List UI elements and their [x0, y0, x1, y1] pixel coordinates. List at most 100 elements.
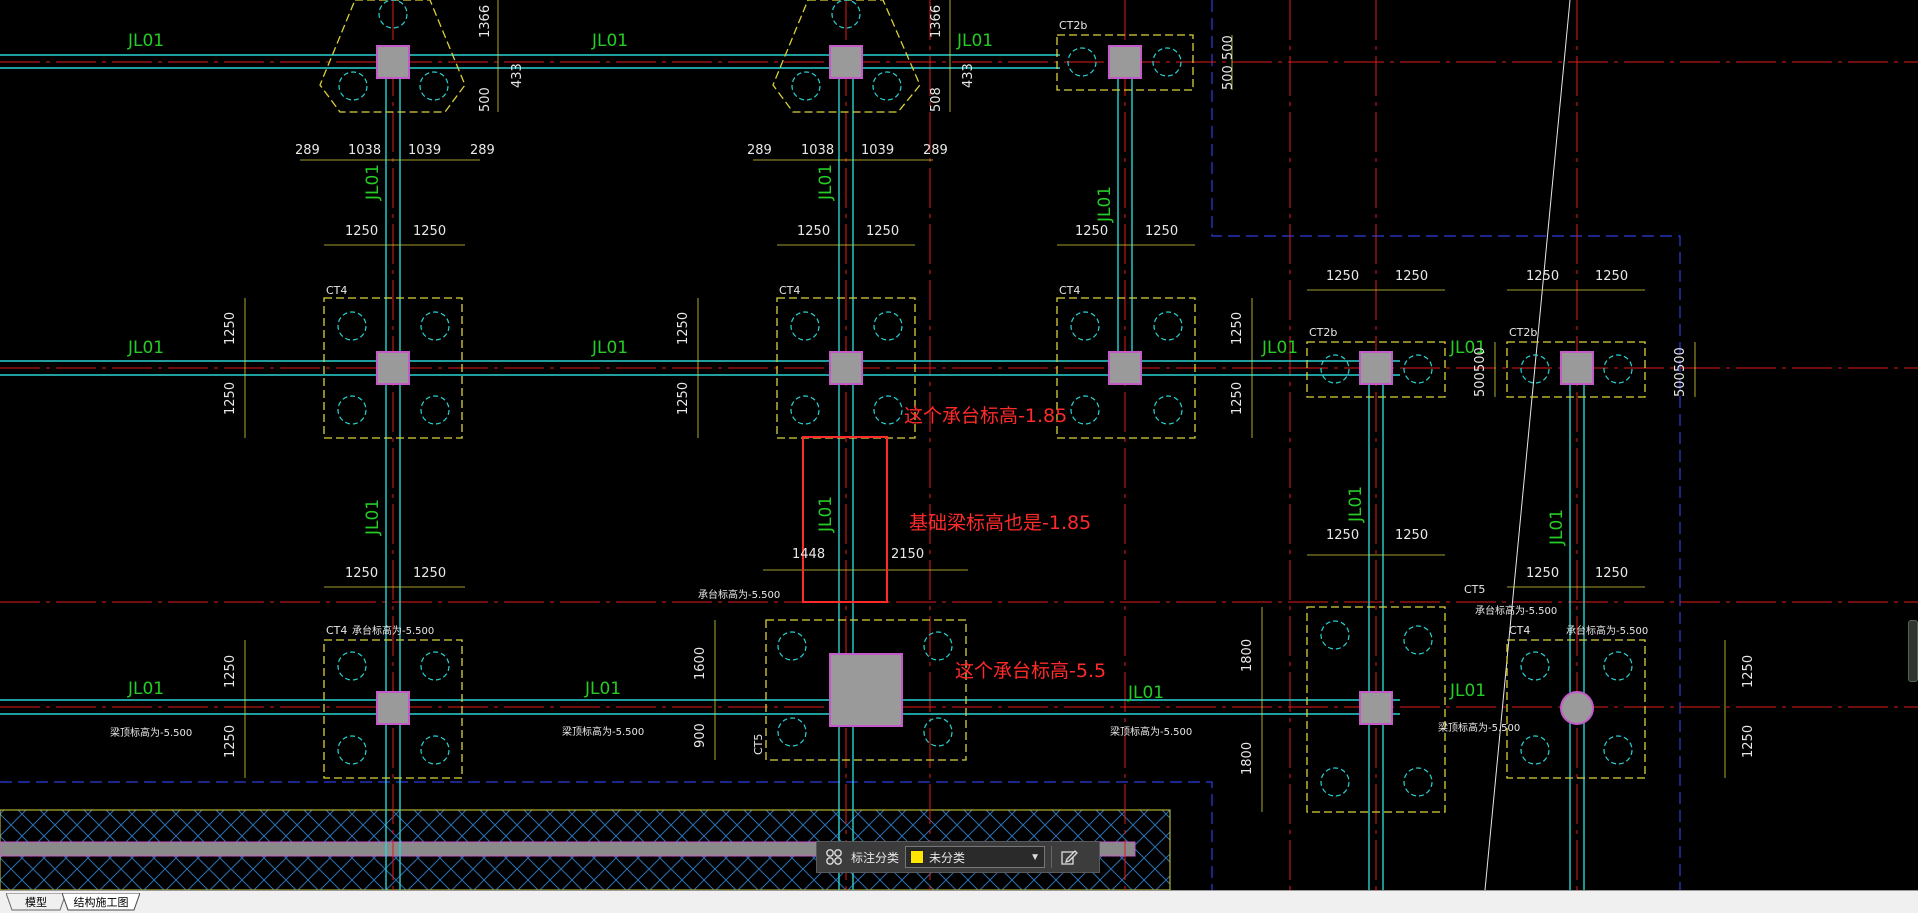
svg-text:JL01: JL01	[127, 679, 164, 699]
svg-text:1250: 1250	[1230, 312, 1245, 345]
svg-text:1250: 1250	[223, 312, 238, 345]
svg-text:900: 900	[693, 723, 708, 748]
svg-text:433: 433	[961, 63, 976, 88]
svg-text:500: 500	[1221, 65, 1236, 90]
svg-text:1250: 1250	[676, 382, 691, 415]
pile-cap-labels: CT2b CT4 CT4 CT4 CT2b CT2b CT4 CT4 CT5 C…	[326, 19, 1537, 755]
svg-text:1250: 1250	[223, 382, 238, 415]
tab-structure-drawing[interactable]: 结构施工图	[62, 893, 140, 911]
svg-text:CT2b: CT2b	[1509, 326, 1537, 339]
svg-text:JL01: JL01	[1261, 338, 1298, 358]
svg-text:500: 500	[1473, 347, 1488, 372]
note-cap-elevation-55: 这个承台标高-5.5	[955, 660, 1106, 682]
edit-icon[interactable]	[1058, 846, 1080, 868]
columns	[376, 45, 1594, 727]
svg-text:1800: 1800	[1240, 742, 1255, 775]
svg-text:1038: 1038	[348, 143, 381, 158]
svg-text:1250: 1250	[797, 224, 830, 239]
svg-text:1600: 1600	[693, 647, 708, 680]
svg-text:500: 500	[1221, 35, 1236, 60]
svg-text:承台标高为-5.500: 承台标高为-5.500	[698, 588, 780, 601]
note-beam-elevation-185: 基础梁标高也是-1.85	[909, 512, 1091, 534]
svg-text:508: 508	[929, 87, 944, 112]
svg-text:289: 289	[747, 143, 772, 158]
svg-text:CT5: CT5	[1464, 583, 1485, 596]
toolbar-divider	[1051, 846, 1053, 868]
svg-text:1366: 1366	[478, 5, 493, 38]
svg-text:1250: 1250	[1741, 725, 1756, 758]
svg-text:JL01: JL01	[1095, 186, 1115, 223]
svg-text:JL01: JL01	[1346, 486, 1366, 523]
svg-text:JL01: JL01	[591, 338, 628, 358]
svg-text:JL01: JL01	[363, 164, 383, 201]
svg-text:1250: 1250	[1741, 655, 1756, 688]
annotation-category-toolbar: 标注分类 未分类 ▼	[816, 841, 1100, 873]
svg-text:1039: 1039	[408, 143, 441, 158]
category-label: 标注分类	[851, 850, 900, 865]
svg-text:1250: 1250	[1595, 269, 1628, 284]
svg-text:CT4: CT4	[1509, 624, 1530, 637]
markup-annotations: 这个承台标高-1.85 基础梁标高也是-1.85 这个承台标高-5.5	[904, 405, 1106, 682]
category-value: 未分类	[929, 850, 966, 865]
svg-text:1250: 1250	[866, 224, 899, 239]
svg-text:1038: 1038	[801, 143, 834, 158]
svg-text:1250: 1250	[1395, 528, 1428, 543]
svg-text:1366: 1366	[929, 5, 944, 38]
svg-text:梁顶标高为-5.500: 梁顶标高为-5.500	[110, 726, 192, 739]
svg-text:梁顶标高为-5.500: 梁顶标高为-5.500	[562, 725, 644, 738]
svg-text:梁顶标高为-5.500: 梁顶标高为-5.500	[1438, 721, 1520, 734]
svg-text:1250: 1250	[1326, 528, 1359, 543]
svg-text:JL01: JL01	[816, 164, 836, 201]
svg-text:1250: 1250	[1326, 269, 1359, 284]
grid-icon[interactable]	[823, 846, 845, 868]
svg-text:承台标高为-5.500: 承台标高为-5.500	[352, 624, 434, 637]
svg-text:1250: 1250	[1526, 269, 1559, 284]
svg-text:承台标高为-5.500: 承台标高为-5.500	[1475, 604, 1557, 617]
boundary-lines	[0, 0, 1681, 890]
svg-text:500: 500	[478, 87, 493, 112]
category-color-swatch	[910, 850, 925, 864]
foundation-beams	[0, 54, 1585, 890]
svg-text:CT4: CT4	[326, 624, 347, 637]
svg-text:500: 500	[1673, 372, 1688, 397]
svg-text:承台标高为-5.500: 承台标高为-5.500	[1566, 624, 1648, 637]
svg-text:1250: 1250	[413, 566, 446, 581]
svg-text:JL01: JL01	[584, 679, 621, 699]
svg-text:CT5: CT5	[752, 734, 765, 755]
layout-tab-bar: 模型 结构施工图	[0, 890, 1918, 913]
svg-text:1250: 1250	[1595, 566, 1628, 581]
svg-text:1250: 1250	[1395, 269, 1428, 284]
svg-text:1039: 1039	[861, 143, 894, 158]
category-select[interactable]: 未分类 ▼	[905, 846, 1046, 868]
svg-text:CT2b: CT2b	[1059, 19, 1087, 32]
grid-lines	[0, 0, 1918, 890]
cad-drawing-canvas[interactable]: JL01 JL01 JL01 JL01 JL01 JL01 JL01 JL01 …	[0, 0, 1918, 890]
diagonal-line	[1484, 0, 1571, 890]
svg-text:433: 433	[510, 63, 525, 88]
svg-text:1250: 1250	[345, 566, 378, 581]
svg-text:2150: 2150	[891, 547, 924, 562]
svg-text:CT4: CT4	[1059, 284, 1080, 297]
chevron-down-icon: ▼	[1030, 851, 1041, 863]
svg-text:JL01: JL01	[956, 31, 993, 51]
svg-text:500: 500	[1473, 372, 1488, 397]
svg-text:1250: 1250	[1075, 224, 1108, 239]
svg-text:289: 289	[470, 143, 495, 158]
svg-text:JL01: JL01	[1127, 683, 1164, 703]
svg-text:500: 500	[1673, 347, 1688, 372]
svg-text:JL01: JL01	[1449, 681, 1486, 701]
svg-text:1250: 1250	[223, 655, 238, 688]
svg-text:梁顶标高为-5.500: 梁顶标高为-5.500	[1110, 725, 1192, 738]
svg-text:1250: 1250	[1230, 382, 1245, 415]
svg-text:289: 289	[295, 143, 320, 158]
vertical-scroll-handle[interactable]	[1908, 620, 1918, 682]
svg-text:1800: 1800	[1240, 639, 1255, 672]
svg-text:1250: 1250	[1526, 566, 1559, 581]
svg-text:1448: 1448	[792, 547, 825, 562]
svg-text:1250: 1250	[413, 224, 446, 239]
tab-model[interactable]: 模型	[6, 893, 66, 911]
svg-text:JL01: JL01	[816, 496, 836, 533]
svg-text:JL01: JL01	[363, 499, 383, 536]
svg-text:CT2b: CT2b	[1309, 326, 1337, 339]
svg-text:CT4: CT4	[779, 284, 800, 297]
